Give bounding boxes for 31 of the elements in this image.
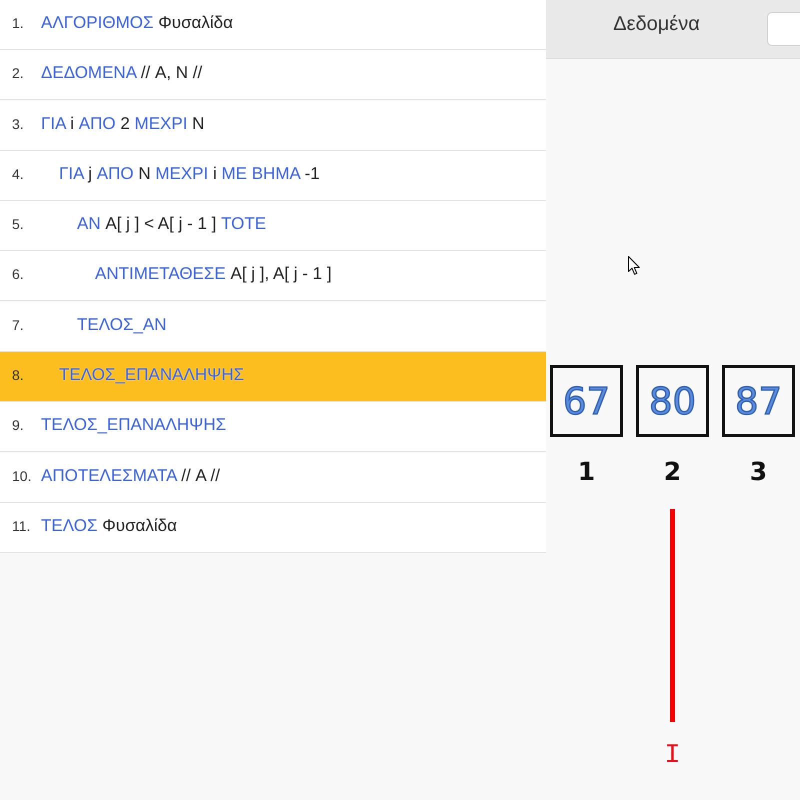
line-number: 1. <box>11 15 25 31</box>
code-line: ΤΕΛΟΣ_ΕΠΑΝΑΛΗΨΗΣ <box>41 415 226 436</box>
code-line: ΤΕΛΟΣ Φυσαλίδα <box>41 516 177 536</box>
code-line: ΑΝΤΙΜΕΤΑΘΕΣΕ A[ j ], A[ j - 1 ] <box>95 264 332 284</box>
code-line: ΑΠΟΤΕΛΕΣΜΑΤΑ // A // <box>41 466 220 486</box>
line-number: 10. <box>11 468 32 484</box>
code-line: ΑΛΓΟΡΙΘΜΟΣ Φυσαλίδα <box>41 13 233 33</box>
array-cell: 87 <box>722 365 795 437</box>
cursor-icon <box>628 256 640 275</box>
array-cell: 80 <box>636 365 709 437</box>
pointer-label: I <box>664 742 681 770</box>
line-number: 8. <box>11 367 25 384</box>
code-line: ΤΕΛΟΣ_ΕΠΑΝΑΛΗΨΗΣ <box>59 365 244 386</box>
code-line: ΑΝ A[ j ] < A[ j - 1 ] ΤΟΤΕ <box>77 214 266 234</box>
line-number: 2. <box>11 65 25 82</box>
line-number: 6. <box>11 266 25 282</box>
line-number: 11. <box>11 518 32 534</box>
line-number: 5. <box>11 216 25 232</box>
code-line: ΤΕΛΟΣ_ΑΝ <box>77 314 167 335</box>
line-number: 3. <box>11 116 25 132</box>
array-cell: 67 <box>550 365 623 437</box>
code-line: ΔΕΔΟΜΕΝΑ // A, N // <box>41 63 202 84</box>
line-number: 9. <box>11 417 25 434</box>
array-index: 2 <box>664 457 682 487</box>
code-line: ΓΙΑ j ΑΠΟ N ΜΕΧΡΙ i ΜΕ ΒΗΜΑ -1 <box>59 164 320 184</box>
array-index: 3 <box>750 457 768 487</box>
array-index: 1 <box>578 457 596 487</box>
code-line: ΓΙΑ i ΑΠΟ 2 ΜΕΧΡΙ N <box>41 114 204 134</box>
line-number: 4. <box>11 166 25 182</box>
panel-title: Δεδομένα <box>613 14 700 34</box>
line-number: 7. <box>11 316 25 333</box>
